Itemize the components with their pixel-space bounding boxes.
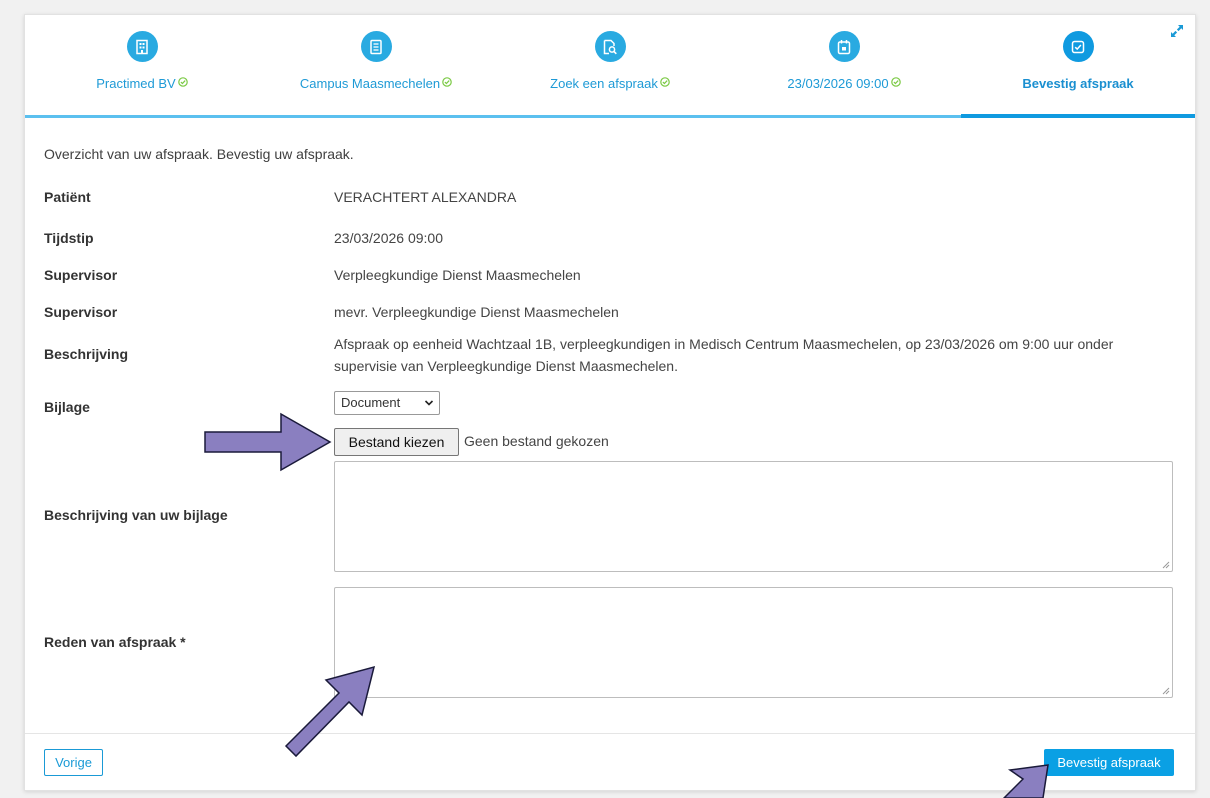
- step-datetime[interactable]: 23/03/2026 09:00: [727, 31, 961, 111]
- confirm-appointment-button[interactable]: Bevestig afspraak: [1044, 749, 1174, 776]
- step-search[interactable]: Zoek een afspraak: [493, 31, 727, 111]
- choose-file-button[interactable]: Bestand kiezen: [334, 428, 459, 456]
- search-document-icon: [594, 31, 626, 62]
- file-status-text: Geen bestand gekozen: [464, 433, 609, 449]
- check-circle-icon: [660, 77, 670, 87]
- appointment-wizard-card: Practimed BV Campus Maasmechelen Zoek ee…: [24, 14, 1196, 791]
- intro-text: Overzicht van uw afspraak. Bevestig uw a…: [44, 146, 354, 162]
- check-circle-icon: [177, 77, 188, 87]
- attachment-description-label: Beschrijving van uw bijlage: [44, 507, 228, 523]
- patient-value: VERACHTERT ALEXANDRA: [334, 189, 517, 205]
- step-campus[interactable]: Campus Maasmechelen: [259, 31, 493, 111]
- step-confirm[interactable]: Bevestig afspraak: [961, 31, 1195, 111]
- attachment-label: Bijlage: [44, 399, 90, 415]
- supervisor-value: mevr. Verpleegkundige Dienst Maasmechele…: [334, 304, 619, 320]
- description-value: Afspraak op eenheid Wachtzaal 1B, verple…: [334, 336, 1114, 374]
- patient-label: Patiënt: [44, 189, 91, 205]
- active-step-indicator: [961, 114, 1195, 118]
- list-document-icon: [360, 31, 392, 62]
- footer-divider: [25, 733, 1195, 734]
- resize-grip-icon[interactable]: [1162, 687, 1170, 695]
- step-label: Campus Maasmechelen: [299, 76, 441, 91]
- step-label: 23/03/2026 09:00: [787, 76, 889, 91]
- attachment-type-select[interactable]: Document: [334, 391, 440, 415]
- resize-grip-icon[interactable]: [1162, 561, 1170, 569]
- supervisor-label: Supervisor: [44, 267, 118, 283]
- wizard-steps: Practimed BV Campus Maasmechelen Zoek ee…: [25, 15, 1195, 119]
- reason-textarea[interactable]: [334, 587, 1173, 698]
- attachment-description-textarea[interactable]: [334, 461, 1173, 572]
- step-label: Bevestig afspraak: [1022, 76, 1134, 91]
- supervisor-value: Verpleegkundige Dienst Maasmechelen: [334, 267, 581, 283]
- check-circle-icon: [890, 77, 901, 87]
- attachment-type-value: Document: [341, 395, 401, 410]
- chevron-down-icon: [424, 400, 434, 406]
- reason-label: Reden van afspraak *: [44, 634, 186, 650]
- previous-button[interactable]: Vorige: [44, 749, 103, 776]
- step-practimed[interactable]: Practimed BV: [25, 31, 259, 111]
- time-label: Tijdstip: [44, 230, 94, 246]
- calendar-icon: [828, 31, 860, 62]
- checkbox-icon: [1062, 31, 1094, 62]
- supervisor-label: Supervisor: [44, 304, 118, 320]
- description-label: Beschrijving: [44, 346, 129, 362]
- time-value: 23/03/2026 09:00: [334, 230, 443, 246]
- building-icon: [126, 31, 158, 62]
- step-label: Practimed BV: [96, 76, 176, 91]
- step-label: Zoek een afspraak: [550, 76, 658, 91]
- check-circle-icon: [442, 77, 452, 87]
